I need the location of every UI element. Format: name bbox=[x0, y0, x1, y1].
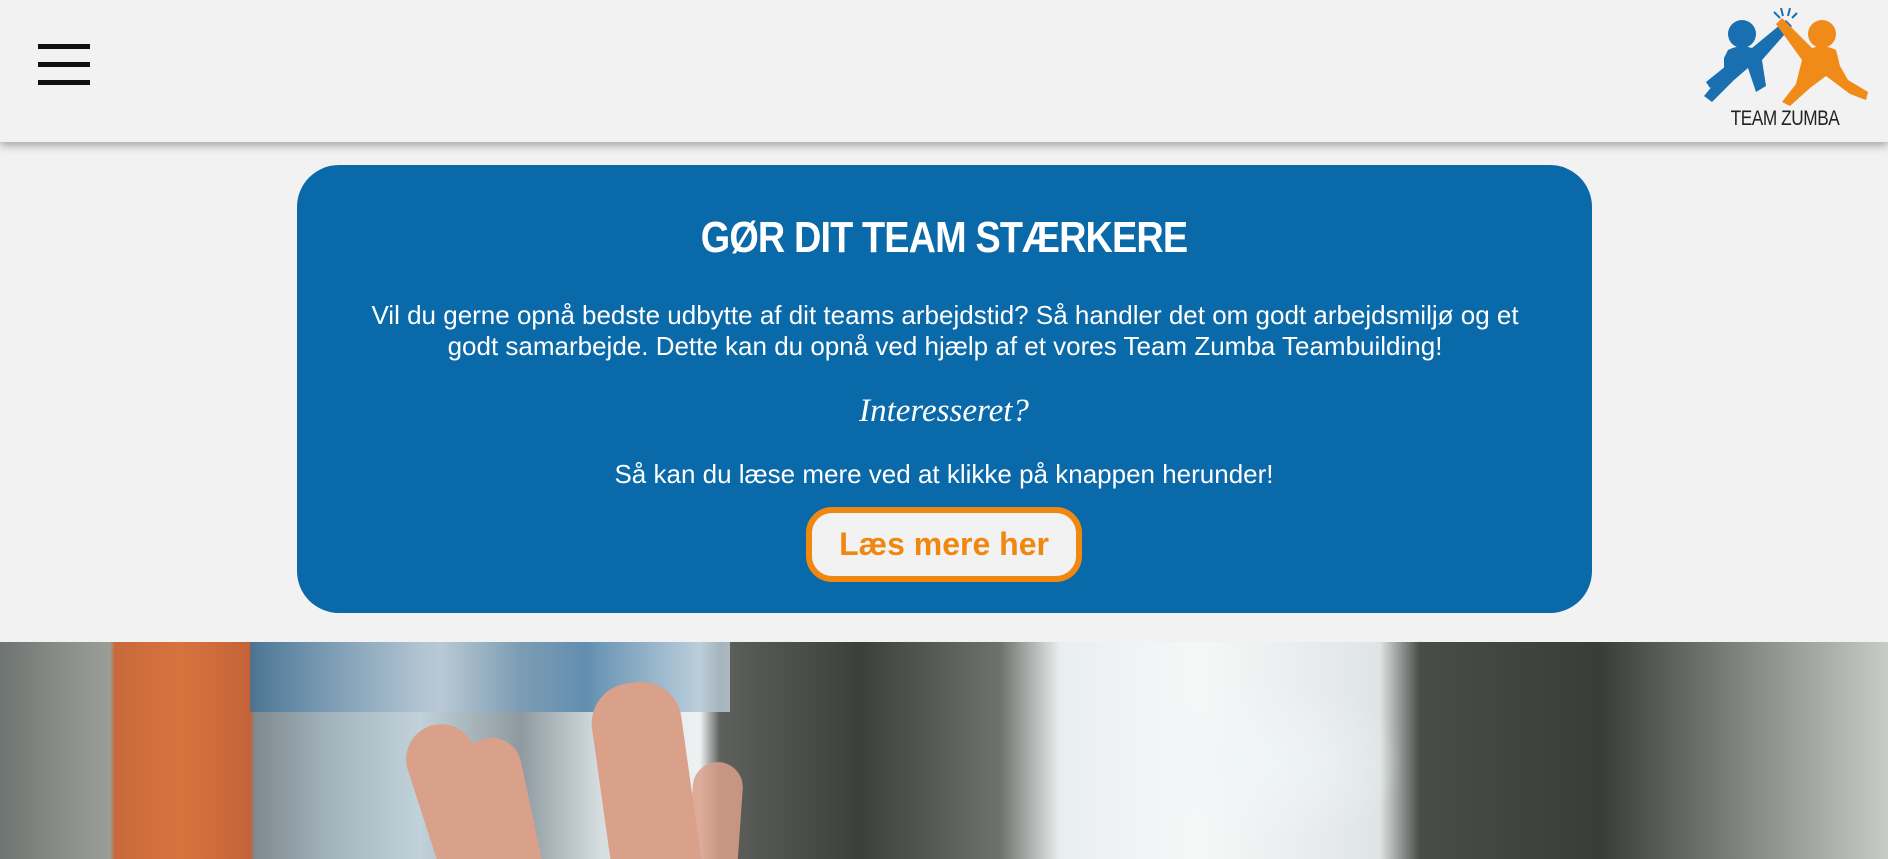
promo-question: Interesseret? bbox=[859, 393, 1029, 429]
promo-cta-text: Så kan du læse mere ved at klikke på kna… bbox=[614, 459, 1274, 489]
promo-description: Vil du gerne opnå bedste udbytte af dit … bbox=[371, 300, 1519, 361]
hero-image bbox=[0, 642, 1888, 859]
hamburger-menu-icon[interactable] bbox=[38, 42, 92, 88]
top-navigation-bar: TEAM ZUMBA bbox=[0, 0, 1888, 142]
read-more-button[interactable]: Læs mere her bbox=[806, 507, 1082, 582]
hero-hand-back bbox=[685, 760, 745, 859]
logo-text: TEAM ZUMBA bbox=[1730, 107, 1840, 130]
team-zumba-logo[interactable]: TEAM ZUMBA bbox=[1700, 6, 1870, 134]
high-five-people-logo bbox=[1704, 7, 1868, 106]
promo-title: GØR DIT TEAM STÆRKERE bbox=[700, 213, 1188, 262]
